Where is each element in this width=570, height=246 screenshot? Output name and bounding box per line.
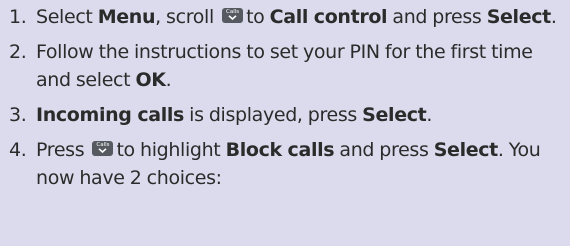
ok-term: OK: [135, 69, 166, 91]
chevron-down-icon: [228, 15, 237, 20]
step-3: 3. Incoming calls is displayed, press Se…: [0, 101, 570, 129]
block-calls-term: Block calls: [225, 139, 335, 161]
select-term: Select: [433, 139, 499, 161]
step-text: Follow the instructions to set your PIN …: [36, 41, 533, 91]
calls-key-label: Calls: [225, 9, 240, 15]
menu-term: Menu: [97, 6, 156, 28]
step-2: 2. Follow the instructions to set your P…: [0, 38, 570, 94]
calls-scroll-key-icon: Calls: [92, 141, 114, 156]
call-control-term: Call control: [269, 6, 388, 28]
step-text: Select: [36, 6, 98, 28]
step-text: .: [165, 69, 172, 91]
step-number: 3.: [9, 104, 27, 126]
step-text: .: [550, 6, 557, 28]
incoming-calls-term: Incoming calls: [36, 104, 184, 126]
chevron-down-icon: [98, 148, 107, 153]
step-4: 4. Press Calls to highlight Block calls a…: [0, 136, 570, 192]
step-text: is displayed, press: [183, 104, 363, 126]
step-text: to: [246, 6, 270, 28]
step-text: .: [426, 104, 433, 126]
step-text: , scroll: [155, 6, 220, 28]
instruction-steps: 1. Select Menu, scroll Calls to Call cont…: [0, 0, 570, 192]
step-text: to highlight: [116, 139, 226, 161]
select-term: Select: [362, 104, 427, 126]
calls-key-label: Calls: [96, 142, 110, 148]
step-number: 2.: [9, 41, 27, 63]
step-number: 4.: [9, 139, 27, 161]
step-text: and press: [387, 6, 487, 28]
step-text: Press: [36, 139, 90, 161]
step-text: and press: [334, 139, 434, 161]
select-term: Select: [486, 6, 552, 28]
step-1: 1. Select Menu, scroll Calls to Call cont…: [0, 3, 570, 31]
calls-scroll-key-icon: Calls: [222, 8, 244, 23]
step-number: 1.: [9, 6, 27, 28]
